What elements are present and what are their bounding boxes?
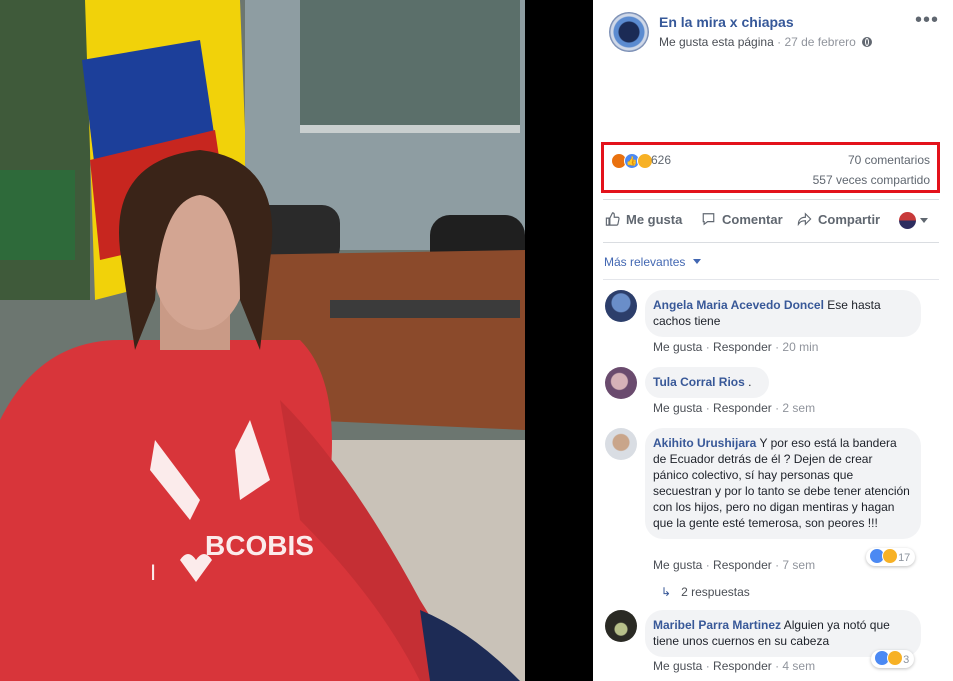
comment-actions: Me gusta · Responder · 2 sem — [653, 401, 816, 415]
page-name-link[interactable]: En la mira x chiapas — [659, 14, 794, 30]
post-photo[interactable]: BCOBIS I — [0, 0, 525, 681]
comment-reply-link[interactable]: Responder — [713, 558, 772, 572]
comments-count[interactable]: 70 comentarios — [848, 153, 930, 167]
comment-actions: Me gusta · Responder · 20 min — [653, 340, 819, 354]
comment-author[interactable]: Tula Corral Rios — [653, 375, 745, 389]
post-stats: 👍 626 70 comentarios 557 veces compartid… — [601, 142, 940, 193]
comment-button[interactable]: Comentar — [701, 212, 783, 227]
page-avatar[interactable] — [609, 12, 649, 52]
reactions-count[interactable]: 626 — [651, 153, 671, 167]
comment-sort-dropdown[interactable]: Más relevantes — [604, 255, 701, 269]
sad-reaction-icon — [887, 650, 903, 666]
comment-like-link[interactable]: Me gusta — [653, 340, 702, 354]
comment-bubble: Tula Corral Rios . — [645, 367, 769, 398]
comment-author[interactable]: Maribel Parra Martinez — [653, 618, 781, 632]
avatar[interactable] — [605, 610, 637, 642]
comment-reply-link[interactable]: Responder — [713, 401, 772, 415]
reply-arrow-icon: ↳ — [661, 585, 672, 599]
post-date[interactable]: 27 de febrero — [784, 35, 855, 49]
comment-reply-link[interactable]: Responder — [713, 340, 772, 354]
comment-time[interactable]: 7 sem — [782, 558, 815, 572]
comment-bubble: Akihito Urushijara Y por eso está la ban… — [645, 428, 921, 539]
divider — [603, 279, 939, 280]
globe-icon — [862, 37, 873, 47]
comment-actions: Me gusta · Responder · 7 sem — [653, 558, 816, 572]
comment-button-label: Comentar — [722, 212, 783, 227]
avatar[interactable] — [605, 290, 637, 322]
svg-text:BCOBIS: BCOBIS — [205, 530, 314, 561]
svg-text:I: I — [150, 560, 156, 585]
post-actions: Me gusta Comentar Compartir — [603, 199, 939, 243]
share-button-label: Compartir — [818, 212, 881, 227]
sort-label: Más relevantes — [604, 255, 686, 269]
wow-reaction-icon — [882, 548, 898, 564]
post-header: En la mira x chiapas Me gusta esta págin… — [609, 10, 939, 54]
view-replies-link[interactable]: ↳ 2 respuestas — [661, 585, 750, 599]
chevron-down-icon — [920, 218, 928, 223]
comment-reactions[interactable]: 3 — [871, 650, 915, 668]
avatar[interactable] — [605, 428, 637, 460]
more-options-icon[interactable]: ••• — [915, 10, 939, 30]
post-meta: Me gusta esta página · 27 de febrero — [659, 35, 873, 49]
comment-reply-link[interactable]: Responder — [713, 659, 772, 673]
comment-text: Y por eso está la bandera de Ecuador det… — [653, 436, 910, 530]
share-button[interactable]: Compartir — [797, 212, 880, 227]
comment-reaction-count: 17 — [898, 552, 911, 564]
like-button-label: Me gusta — [626, 212, 683, 227]
comment-like-link[interactable]: Me gusta — [653, 659, 702, 673]
replies-count: 2 respuestas — [681, 585, 750, 599]
comment-author[interactable]: Akihito Urushijara — [653, 436, 756, 450]
comment-author[interactable]: Angela Maria Acevedo Doncel — [653, 298, 824, 312]
like-button[interactable]: Me gusta — [605, 212, 682, 227]
comment-time[interactable]: 4 sem — [782, 659, 815, 673]
shares-count[interactable]: 557 veces compartido — [813, 173, 930, 187]
comment-bubble: Angela Maria Acevedo Doncel Ese hasta ca… — [645, 290, 921, 337]
comment-reactions[interactable]: 17 — [866, 548, 916, 566]
comment-text: . — [748, 375, 752, 389]
photo-viewer: BCOBIS I — [0, 0, 593, 681]
identity-avatar — [899, 212, 916, 229]
meta-separator: · — [777, 35, 782, 49]
comment-actions: Me gusta · Responder · 4 sem — [653, 659, 816, 673]
comment-reaction-count: 3 — [903, 654, 910, 666]
share-icon — [797, 212, 812, 226]
comment-icon — [702, 213, 715, 226]
avatar[interactable] — [605, 367, 637, 399]
comment-time[interactable]: 2 sem — [782, 401, 815, 415]
thumbs-up-icon — [605, 212, 620, 226]
identity-selector[interactable] — [899, 212, 928, 230]
comment-like-link[interactable]: Me gusta — [653, 558, 702, 572]
post-sidebar: En la mira x chiapas Me gusta esta págin… — [593, 0, 953, 681]
like-page-link[interactable]: Me gusta esta página — [659, 35, 774, 49]
comment-like-link[interactable]: Me gusta — [653, 401, 702, 415]
chevron-down-icon — [692, 259, 701, 264]
comment-time[interactable]: 20 min — [782, 340, 818, 354]
